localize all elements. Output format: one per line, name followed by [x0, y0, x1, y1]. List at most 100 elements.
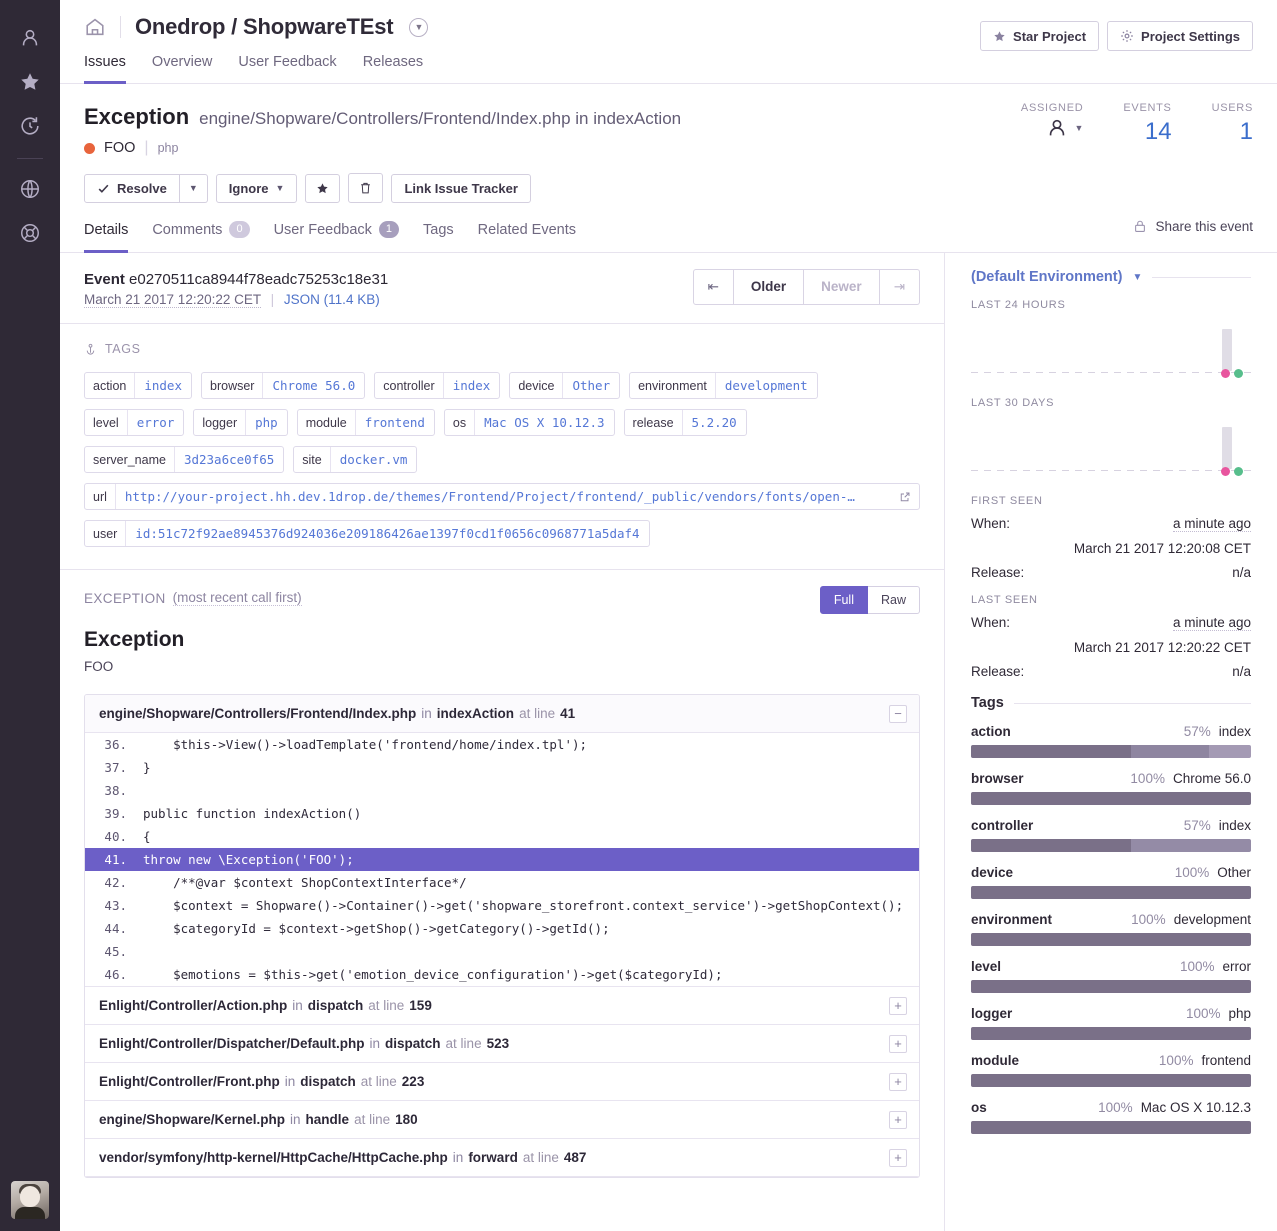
project-settings-button[interactable]: Project Settings [1107, 21, 1253, 51]
frame-header-collapsed[interactable]: Enlight/Controller/Action.php in dispatc… [85, 986, 919, 1025]
last-seen-heading: LAST SEEN [971, 594, 1038, 606]
chart-last-30-days[interactable] [971, 417, 1251, 481]
oldest-event-button[interactable]: ⇤ [692, 269, 734, 305]
tag-distribution-device[interactable]: device 100% Other [971, 865, 1251, 899]
code-line-number: 44. [104, 921, 127, 936]
ignore-button[interactable]: Ignore ▼ [215, 173, 298, 203]
delete-button[interactable] [348, 173, 384, 203]
share-event-button[interactable]: Share this event [1133, 219, 1253, 234]
tag-pill-level[interactable]: level error [84, 409, 185, 436]
newest-event-button[interactable]: ⇥ [879, 269, 920, 305]
frame-header-collapsed[interactable]: Enlight/Controller/Front.php in dispatch… [85, 1063, 919, 1101]
frame-header-collapsed[interactable]: Enlight/Controller/Dispatcher/Default.ph… [85, 1025, 919, 1063]
environment-selector[interactable]: (Default Environment) ▼ [971, 269, 1251, 285]
assignee-icon [1050, 119, 1065, 136]
tag-pill-environment[interactable]: environment development [629, 372, 818, 399]
tab-details-label: Details [84, 221, 129, 238]
code-line: 42. /**@var $context ShopContextInterfac… [85, 871, 919, 894]
star-icon [316, 182, 329, 195]
history-icon[interactable] [10, 104, 50, 148]
view-raw-button[interactable]: Raw [867, 586, 920, 614]
tag-pill-browser[interactable]: browser Chrome 56.0 [201, 372, 366, 399]
tag-distribution-os[interactable]: os 100% Mac OS X 10.12.3 [971, 1100, 1251, 1134]
plus-icon[interactable]: + [889, 996, 907, 1015]
chart-last-24-hours[interactable] [971, 319, 1251, 383]
plus-icon[interactable]: + [889, 1110, 907, 1129]
users-value[interactable]: 1 [1212, 118, 1253, 146]
tab-related-events[interactable]: Related Events [478, 221, 576, 253]
minus-icon[interactable]: − [889, 704, 907, 723]
bookmark-button[interactable] [305, 173, 341, 203]
tag-row: server_name 3d23a6ce0f65 site docker.vm [84, 446, 920, 473]
star-project-button[interactable]: Star Project [980, 21, 1100, 51]
tag-key: logger [202, 415, 238, 430]
tag-top-value: Mac OS X 10.12.3 [1140, 1100, 1251, 1115]
tag-row: url http://your-project.hh.dev.1drop.de/… [84, 483, 920, 510]
tag-pill-site[interactable]: site docker.vm [293, 446, 418, 473]
tab-user-feedback[interactable]: User Feedback [238, 54, 336, 84]
tag-distribution-level[interactable]: level 100% error [971, 959, 1251, 993]
home-icon[interactable] [84, 16, 106, 38]
plus-icon[interactable]: + [889, 1034, 907, 1053]
tag-pill-user[interactable]: user id:51c72f92ae8945376d924036e2091864… [84, 520, 650, 547]
resolve-dropdown-button[interactable]: ▼ [179, 173, 208, 203]
plus-icon[interactable]: + [889, 1072, 907, 1091]
tag-pill-os[interactable]: os Mac OS X 10.12.3 [443, 409, 615, 436]
external-link-icon[interactable] [891, 484, 919, 509]
tag-icon [84, 343, 97, 356]
older-event-button[interactable]: Older [733, 269, 805, 305]
frame-line: 180 [395, 1112, 418, 1127]
avatar[interactable] [11, 1181, 49, 1219]
tag-name: browser [971, 771, 1024, 786]
globe-icon[interactable] [10, 167, 50, 211]
tag-value: development [714, 373, 817, 398]
tag-distribution-controller[interactable]: controller 57% index [971, 818, 1251, 852]
newer-event-button[interactable]: Newer [804, 269, 880, 305]
frame-header-active[interactable]: engine/Shopware/Controllers/Frontend/Ind… [85, 695, 919, 733]
tag-pill-url[interactable]: url http://your-project.hh.dev.1drop.de/… [84, 483, 920, 510]
tab-user-feedback[interactable]: User Feedback 1 [274, 221, 400, 253]
tag-value: 5.2.20 [681, 410, 746, 435]
tag-distribution-logger[interactable]: logger 100% php [971, 1006, 1251, 1040]
event-json-link[interactable]: JSON (11.4 KB) [284, 292, 380, 307]
tab-tags[interactable]: Tags [423, 221, 454, 253]
events-value[interactable]: 14 [1123, 118, 1172, 146]
code-line-number: 42. [104, 875, 127, 890]
tab-overview[interactable]: Overview [152, 54, 212, 84]
submeta-divider: | [270, 292, 275, 307]
tab-comments[interactable]: Comments 0 [152, 221, 250, 253]
tag-pill-action[interactable]: action index [84, 372, 192, 399]
trash-icon [359, 181, 372, 195]
chevron-down-icon[interactable]: ▼ [409, 17, 429, 37]
user-icon[interactable] [10, 16, 50, 60]
tag-distribution-action[interactable]: action 57% index [971, 724, 1251, 758]
view-full-button[interactable]: Full [819, 586, 868, 614]
issue-logger[interactable]: php [158, 141, 179, 155]
last-seen-release-label: Release: [971, 664, 1025, 679]
code-line: 45. [85, 940, 919, 963]
frame-header-collapsed[interactable]: engine/Shopware/Kernel.php in handle at … [85, 1101, 919, 1139]
resolve-button[interactable]: Resolve [84, 173, 180, 203]
rail-divider [17, 158, 43, 159]
tag-pill-server-name[interactable]: server_name 3d23a6ce0f65 [84, 446, 285, 473]
assignee-selector[interactable]: ▼ [1021, 117, 1083, 139]
tab-releases[interactable]: Releases [363, 54, 423, 84]
link-issue-tracker-button[interactable]: Link Issue Tracker [391, 173, 531, 203]
support-icon[interactable] [10, 211, 50, 255]
tag-pill-logger[interactable]: logger php [193, 409, 288, 436]
frame-header-collapsed[interactable]: vendor/symfony/http-kernel/HttpCache/Htt… [85, 1139, 919, 1177]
tab-issues[interactable]: Issues [84, 54, 126, 84]
tag-distribution-environment[interactable]: environment 100% development [971, 912, 1251, 946]
tag-pill-module[interactable]: module frontend [296, 409, 435, 436]
tag-distribution-module[interactable]: module 100% frontend [971, 1053, 1251, 1087]
tag-pill-controller[interactable]: controller index [374, 372, 501, 399]
tab-details[interactable]: Details [84, 221, 129, 253]
star-icon[interactable] [10, 60, 50, 104]
tag-pill-device[interactable]: device Other [509, 372, 621, 399]
tag-value: error [126, 410, 184, 435]
tag-distribution-browser[interactable]: browser 100% Chrome 56.0 [971, 771, 1251, 805]
tag-value: php [245, 410, 287, 435]
plus-icon[interactable]: + [889, 1148, 907, 1167]
tag-key: level [93, 415, 119, 430]
tag-pill-release[interactable]: release 5.2.20 [623, 409, 747, 436]
